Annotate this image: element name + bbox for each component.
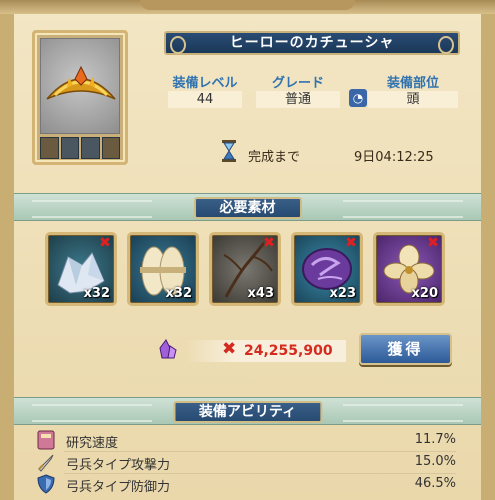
- material-slot[interactable]: x32: [127, 232, 199, 306]
- stat-label-level: 装備レベル: [172, 76, 238, 91]
- top-ornament: [140, 0, 355, 10]
- ability-name: 研究速度: [66, 436, 119, 451]
- material-count: x23: [329, 286, 356, 301]
- missing-mark: ✖: [99, 235, 111, 251]
- material-count: x43: [247, 286, 274, 301]
- material-count: x32: [83, 286, 110, 301]
- research-book-icon: [37, 430, 55, 450]
- missing-mark: ✖: [427, 235, 439, 251]
- material-slot[interactable]: ✖ x23: [291, 232, 363, 306]
- stat-value-level: 44: [168, 91, 242, 108]
- stat-label-grade: グレード: [271, 76, 324, 91]
- materials-title: 必要素材: [193, 197, 302, 219]
- abilities-title: 装備アビリティ: [172, 401, 323, 423]
- ability-value: 11.7%: [414, 432, 456, 447]
- ability-row: 研究速度 11.7%: [36, 430, 456, 452]
- insufficient-mark: ✖: [222, 339, 237, 359]
- missing-mark: ✖: [345, 235, 357, 251]
- material-slot[interactable]: ✖ x43: [209, 232, 281, 306]
- material-slot[interactable]: ✖ x20: [373, 232, 445, 306]
- missing-mark: ✖: [263, 235, 275, 251]
- gem-slot: [81, 137, 100, 159]
- material-count: x32: [165, 286, 192, 301]
- hourglass-icon: [222, 140, 236, 162]
- materials-header: 必要素材: [14, 193, 481, 221]
- purple-crystal-icon: [159, 339, 177, 359]
- ability-name: 弓兵タイプ攻撃力: [66, 458, 171, 473]
- material-count: x20: [411, 286, 438, 301]
- stat-value-slot: 頭: [368, 91, 458, 108]
- ability-name: 弓兵タイプ防御力: [66, 480, 171, 495]
- obtain-button[interactable]: 獲得: [359, 333, 452, 365]
- equip-slot-icon: ◔: [349, 89, 367, 107]
- gem-slot: [40, 137, 59, 159]
- sword-icon: [38, 454, 54, 472]
- abilities-header: 装備アビリティ: [14, 397, 481, 425]
- ability-row: 弓兵タイプ防御力 46.5%: [36, 474, 456, 495]
- gem-slots: [40, 137, 120, 159]
- item-name: ヒーローのカチューシャ: [164, 31, 460, 55]
- shield-icon: [37, 474, 55, 494]
- ability-row: 弓兵タイプ攻撃力 15.0%: [36, 452, 456, 474]
- item-thumbnail[interactable]: [32, 30, 128, 165]
- gem-slot: [60, 137, 79, 159]
- cost-value: 24,255,900: [244, 343, 333, 359]
- timer-label: 完成まで: [248, 150, 301, 165]
- tiara-icon: [40, 38, 120, 134]
- stat-value-grade: 普通: [256, 91, 340, 108]
- stat-label-slot: 装備部位: [386, 76, 439, 91]
- ability-value: 46.5%: [414, 476, 456, 491]
- ability-value: 15.0%: [414, 454, 456, 469]
- material-slot[interactable]: ✖ x32: [45, 232, 117, 306]
- timer-value: 9日04:12:25: [354, 150, 434, 165]
- gem-slot: [101, 137, 120, 159]
